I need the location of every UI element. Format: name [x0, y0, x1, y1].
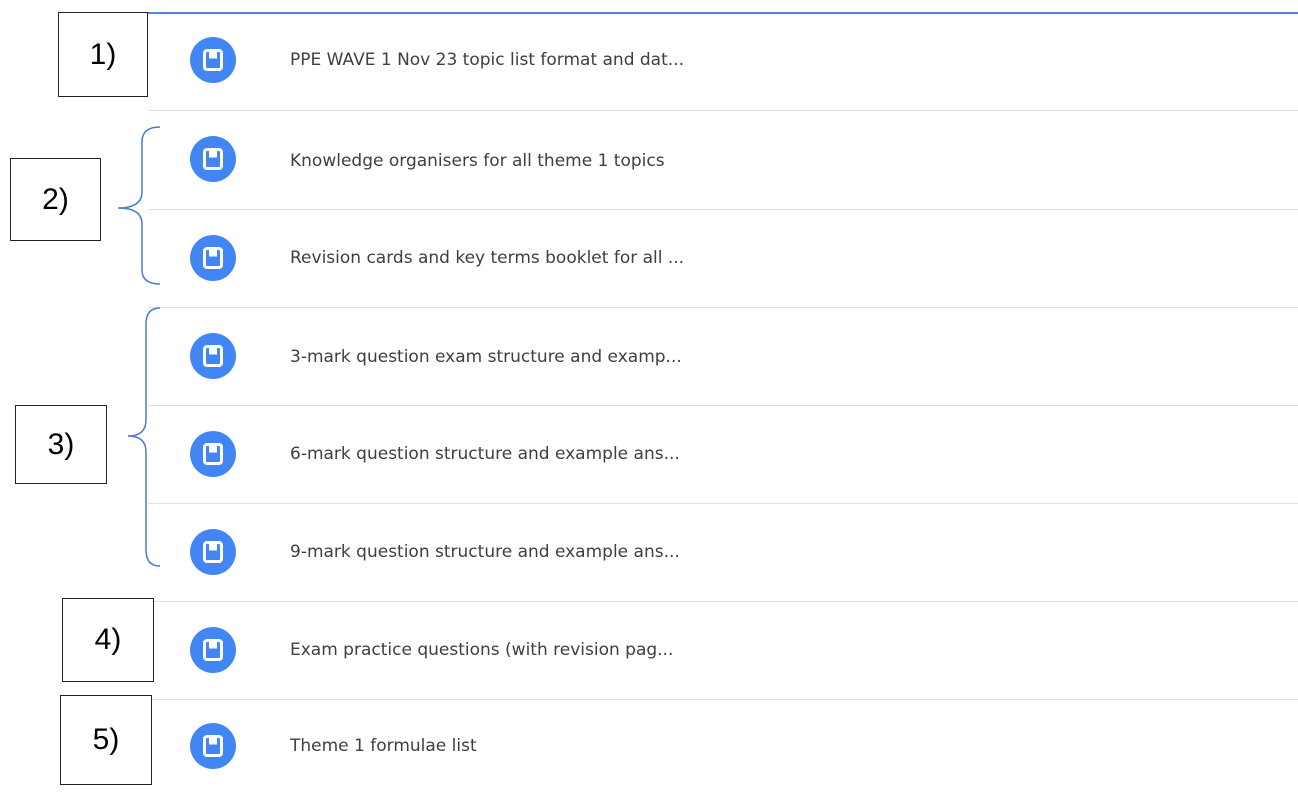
document-icon: [190, 529, 236, 575]
document-icon: [190, 333, 236, 379]
material-item[interactable]: PPE WAVE 1 Nov 23 topic list format and …: [148, 12, 1298, 110]
material-title: Revision cards and key terms booklet for…: [290, 248, 685, 268]
document-icon: [190, 235, 236, 281]
material-item[interactable]: Knowledge organisers for all theme 1 top…: [148, 111, 1298, 209]
annotation-label-4: 4): [62, 598, 154, 682]
material-item[interactable]: Revision cards and key terms booklet for…: [148, 210, 1298, 308]
material-item[interactable]: Exam practice questions (with revision p…: [148, 602, 1298, 700]
material-title: 3-mark question exam structure and examp…: [290, 347, 682, 367]
material-title: 9-mark question structure and example an…: [290, 542, 680, 562]
document-icon: [190, 723, 236, 769]
material-title: PPE WAVE 1 Nov 23 topic list format and …: [290, 50, 684, 70]
material-title: 6-mark question structure and example an…: [290, 444, 680, 464]
material-item[interactable]: 9-mark question structure and example an…: [148, 504, 1298, 602]
material-item[interactable]: 3-mark question exam structure and examp…: [148, 308, 1298, 406]
document-icon: [190, 431, 236, 477]
group-2-brace: [117, 126, 161, 285]
document-icon: [190, 627, 236, 673]
material-item[interactable]: Theme 1 formulae list: [148, 700, 1298, 798]
group-3-brace: [127, 307, 161, 567]
document-icon: [190, 37, 236, 83]
annotation-label-1: 1): [58, 12, 148, 97]
annotation-label-3: 3): [15, 405, 107, 484]
material-title: Exam practice questions (with revision p…: [290, 640, 674, 660]
material-title: Knowledge organisers for all theme 1 top…: [290, 151, 665, 171]
document-icon: [190, 136, 236, 182]
material-item[interactable]: 6-mark question structure and example an…: [148, 406, 1298, 504]
material-title: Theme 1 formulae list: [290, 736, 477, 756]
annotation-label-2: 2): [10, 158, 101, 241]
